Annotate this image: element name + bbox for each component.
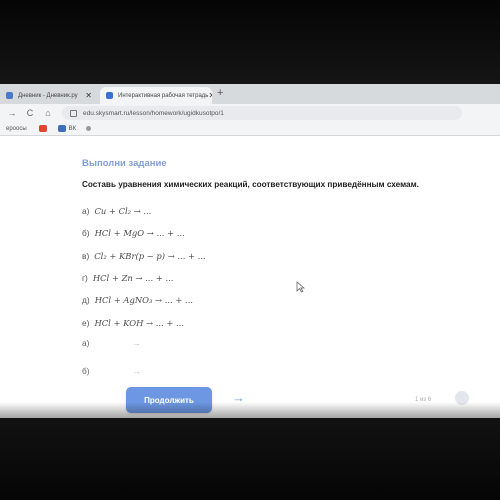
dnevnik-favicon-icon: [6, 92, 13, 99]
reaction-item: а) Cu + Cl₂ → ...: [82, 200, 206, 222]
bookmark-item[interactable]: ероосы: [6, 126, 27, 132]
youtube-icon: [38, 125, 47, 132]
reaction-scheme: HCl + MgO → ... + ...: [94, 228, 185, 239]
reaction-item: е) HCl + KOH → ... + ...: [82, 311, 206, 333]
bookmark-icon: [86, 126, 92, 131]
reaction-scheme: Cl₂ + KBr(p − p) → ... + ...: [94, 250, 206, 261]
bookmark-label: ВК: [68, 125, 77, 132]
bookmark-vk[interactable]: ВК: [57, 125, 77, 132]
vk-icon: [57, 125, 66, 132]
tab-label: Интерактивная рабочая тетрадь: [118, 92, 209, 99]
reaction-scheme: Cu + Cl₂ → ...: [94, 206, 152, 217]
reaction-label: в): [82, 250, 90, 261]
reaction-item: г) HCl + Zn → ... + ...: [82, 267, 206, 289]
bookmark-item[interactable]: [38, 125, 50, 132]
skysmart-favicon-icon: [106, 92, 113, 99]
close-icon[interactable]: ✕: [208, 91, 212, 100]
browser-toolbar: → C ⌂ edu.skysmart.ru/lesson/homework/ug…: [0, 104, 500, 122]
task-instruction: Составь уравнения химических реакций, со…: [82, 180, 419, 189]
photo-bezel-top: [0, 0, 500, 84]
tab-workbook[interactable]: Интерактивная рабочая тетрадь ✕: [100, 87, 212, 104]
screen-shadow: [0, 402, 500, 418]
new-tab-button[interactable]: +: [217, 87, 223, 99]
reaction-scheme: HCl + AgNO₃ → ... + ...: [94, 295, 194, 306]
tab-label: Дневник - Дневник.ру: [18, 92, 78, 99]
reaction-list: а) Cu + Cl₂ → ... б) HCl + MgO → ... + .…: [82, 200, 206, 334]
reaction-label: д): [82, 295, 90, 306]
mouse-cursor-icon: [296, 281, 305, 293]
answer-label: б): [82, 366, 90, 376]
browser-window: Дневник - Дневник.ру ✕ Интерактивная раб…: [0, 84, 500, 418]
close-icon[interactable]: ✕: [85, 91, 92, 100]
reaction-label: б): [82, 228, 90, 239]
answer-label: а): [82, 338, 90, 348]
arrow-icon: →: [132, 338, 141, 348]
forward-arrow-icon[interactable]: →: [6, 108, 18, 118]
tab-strip: Дневник - Дневник.ру ✕ Интерактивная раб…: [0, 84, 500, 105]
lesson-page: Выполни задание Составь уравнения химиче…: [0, 136, 500, 418]
address-bar[interactable]: edu.skysmart.ru/lesson/homework/ugidkuso…: [62, 106, 462, 120]
reaction-scheme: HCl + Zn → ... + ...: [92, 273, 174, 284]
reaction-label: е): [82, 317, 90, 328]
lock-icon: [70, 109, 77, 117]
url-text: edu.skysmart.ru/lesson/homework/ugidkuso…: [83, 109, 224, 117]
reaction-label: а): [82, 206, 90, 217]
reload-icon[interactable]: C: [24, 108, 36, 118]
home-icon[interactable]: ⌂: [42, 108, 54, 118]
reaction-item: б) HCl + MgO → ... + ...: [82, 222, 206, 244]
arrow-icon: →: [132, 366, 141, 376]
reaction-item: в) Cl₂ + KBr(p − p) → ... + ...: [82, 245, 206, 267]
tab-dnevnik[interactable]: Дневник - Дневник.ру ✕: [0, 87, 98, 104]
bookmark-item[interactable]: [86, 126, 94, 131]
bookmarks-bar: ероосы ВК: [0, 122, 500, 136]
answer-row[interactable]: б) →: [82, 366, 141, 376]
photo-bezel-bottom: [0, 418, 500, 500]
reaction-scheme: HCl + KOH → ... + ...: [94, 317, 185, 328]
reaction-label: г): [82, 273, 88, 284]
reaction-item: д) HCl + AgNO₃ → ... + ...: [82, 289, 206, 311]
answer-row[interactable]: а) →: [82, 338, 141, 348]
bookmark-label: ероосы: [6, 125, 27, 132]
task-title: Выполни задание: [82, 158, 167, 169]
